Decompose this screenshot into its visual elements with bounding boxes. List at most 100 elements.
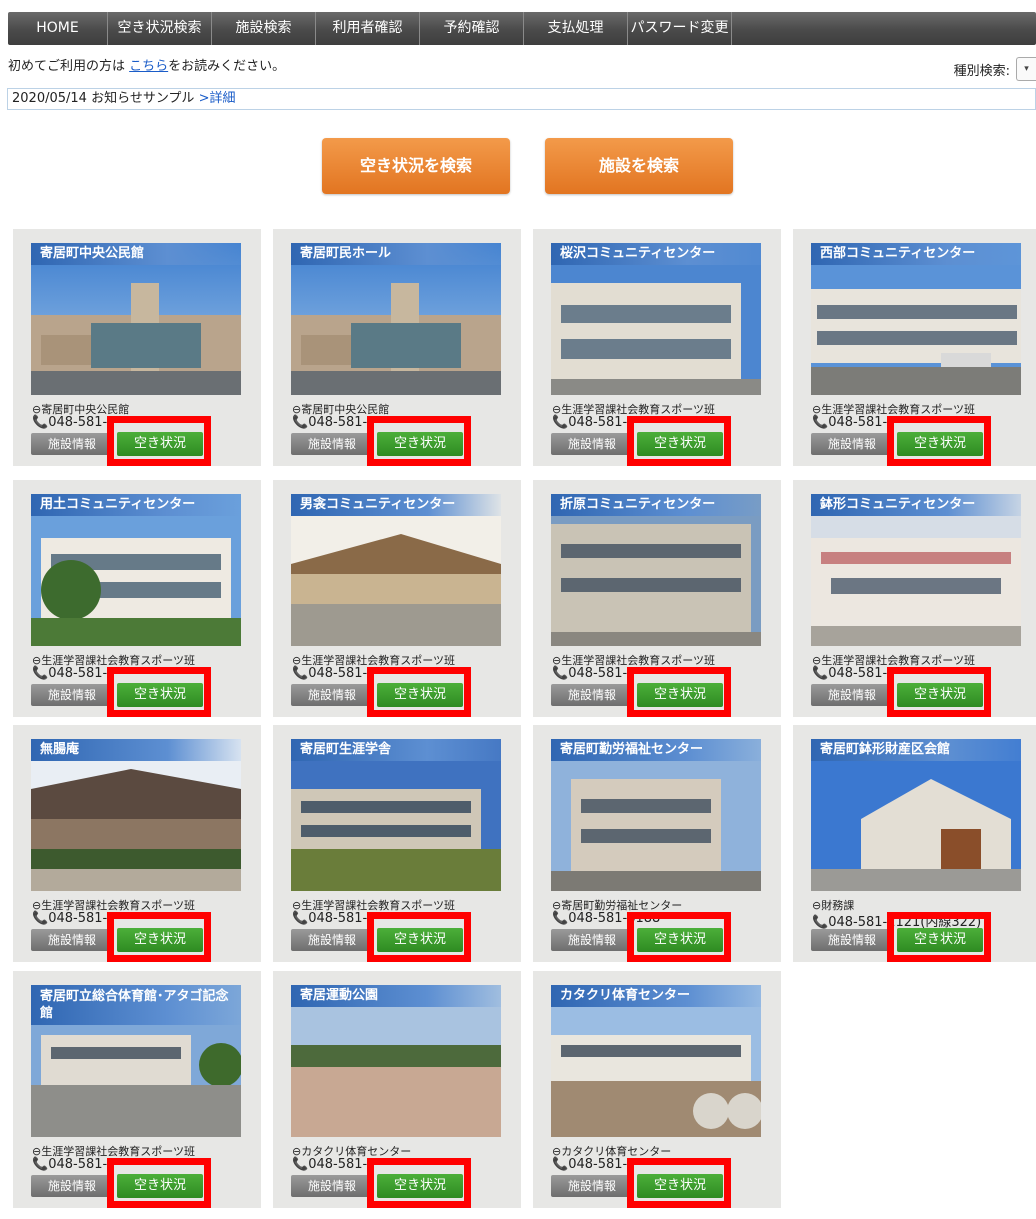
facility-info-button[interactable]: 施設情報: [811, 433, 893, 455]
facility-photo: 用土コミュニティセンター: [31, 494, 241, 646]
facility-photo: 寄居運動公園: [291, 985, 501, 1137]
availability-button[interactable]: 空き状況: [637, 1174, 723, 1198]
chevron-down-icon: ▾: [1024, 64, 1029, 74]
facility-info-button[interactable]: 施設情報: [31, 1175, 113, 1197]
phone-icon: 📞: [552, 1157, 569, 1172]
facility-info-button[interactable]: 施設情報: [811, 929, 893, 951]
facility-name[interactable]: 用土コミュニティセンター: [31, 494, 241, 516]
nav-password-change[interactable]: パスワード変更: [628, 12, 732, 45]
facility-photo: 無腸庵: [31, 739, 241, 891]
facility-phone-text: 048-581-: [308, 415, 368, 430]
facility-phone: 📞048-581-: [32, 415, 107, 430]
notice-bar: 2020/05/14 お知らせサンプル >詳細: [7, 88, 1036, 110]
availability-button[interactable]: 空き状況: [637, 928, 723, 952]
nav-availability-search[interactable]: 空き状況検索: [108, 12, 212, 45]
nav-payment[interactable]: 支払処理: [524, 12, 628, 45]
facility-name[interactable]: 寄居町中央公民館: [31, 243, 241, 265]
facility-name[interactable]: 寄居運動公園: [291, 985, 501, 1007]
kind-search: 種別検索: ▾: [954, 57, 1036, 81]
nav-facility-search[interactable]: 施設検索: [212, 12, 316, 45]
notice-date: 2020/05/14: [12, 91, 87, 106]
availability-button[interactable]: 空き状況: [377, 1174, 463, 1198]
facility-photo: 折原コミュニティセンター: [551, 494, 761, 646]
facility-info-button[interactable]: 施設情報: [291, 1175, 373, 1197]
nav-home[interactable]: HOME: [8, 12, 108, 45]
availability-button[interactable]: 空き状況: [897, 928, 983, 952]
facility-phone-text: 048-581-6188: [568, 911, 661, 926]
facility-photo: 男衾コミュニティセンター: [291, 494, 501, 646]
facility-phone: 📞048-581-: [32, 911, 107, 926]
phone-icon: 📞: [812, 666, 829, 681]
facility-card: 折原コミュニティセンター ⊖生涯学習課社会教育スポーツ班 📞048-581- 施…: [533, 480, 781, 717]
notice-detail-link[interactable]: >詳細: [199, 91, 236, 106]
facility-photo: 西部コミュニティセンター: [811, 243, 1021, 395]
phone-icon: 📞: [552, 666, 569, 681]
facility-info-button[interactable]: 施設情報: [291, 433, 373, 455]
kind-search-label: 種別検索:: [953, 63, 1010, 79]
search-facility-button[interactable]: 施設を検索: [545, 138, 733, 194]
availability-button[interactable]: 空き状況: [117, 683, 203, 707]
facility-phone-text: 048-581-: [308, 911, 368, 926]
nav-reservation-check[interactable]: 予約確認: [420, 12, 524, 45]
facility-phone: 📞048-581-: [292, 911, 367, 926]
facility-info-button[interactable]: 施設情報: [811, 684, 893, 706]
availability-button[interactable]: 空き状況: [897, 432, 983, 456]
facility-name[interactable]: 男衾コミュニティセンター: [291, 494, 501, 516]
facility-phone-text: 048-581-: [828, 666, 888, 681]
facility-info-button[interactable]: 施設情報: [551, 684, 633, 706]
facility-name[interactable]: 寄居町立総合体育館･アタゴ記念館: [31, 985, 241, 1025]
nav-user-check[interactable]: 利用者確認: [316, 12, 420, 45]
facility-card: 寄居町鉢形財産区会館 ⊖財務課 📞048-581-2121(内線322) 施設情…: [793, 725, 1036, 962]
phone-icon: 📞: [552, 911, 569, 926]
availability-button[interactable]: 空き状況: [377, 928, 463, 952]
facility-photo: 寄居町立総合体育館･アタゴ記念館: [31, 985, 241, 1137]
facility-photo: 寄居町勤労福祉センター: [551, 739, 761, 891]
availability-button[interactable]: 空き状況: [897, 683, 983, 707]
facility-name[interactable]: 折原コミュニティセンター: [551, 494, 761, 516]
facility-phone-text: 048-581-: [48, 911, 108, 926]
facility-name[interactable]: 西部コミュニティセンター: [811, 243, 1021, 265]
facility-photo: 寄居町生涯学舎: [291, 739, 501, 891]
facility-info-button[interactable]: 施設情報: [291, 929, 373, 951]
facility-phone-text: 048-581-: [568, 1157, 628, 1172]
facility-name[interactable]: 鉢形コミュニティセンター: [811, 494, 1021, 516]
availability-button[interactable]: 空き状況: [637, 432, 723, 456]
facility-name[interactable]: 無腸庵: [31, 739, 241, 761]
facility-phone-text: 048-581-: [308, 666, 368, 681]
intro-before: 初めてご利用の方は: [8, 59, 130, 74]
kind-select[interactable]: ▾: [1016, 57, 1036, 81]
facility-phone-text: 048-581-: [568, 415, 628, 430]
facility-info-button[interactable]: 施設情報: [551, 929, 633, 951]
facility-photo: 寄居町中央公民館: [31, 243, 241, 395]
search-availability-button[interactable]: 空き状況を検索: [322, 138, 510, 194]
facility-info-button[interactable]: 施設情報: [291, 684, 373, 706]
availability-button[interactable]: 空き状況: [117, 432, 203, 456]
facility-name[interactable]: 寄居町勤労福祉センター: [551, 739, 761, 761]
facility-photo: カタクリ体育センター: [551, 985, 761, 1137]
facility-info-button[interactable]: 施設情報: [31, 929, 113, 951]
facility-name[interactable]: 寄居町生涯学舎: [291, 739, 501, 761]
facility-card: カタクリ体育センター ⊖カタクリ体育センター 📞048-581- 施設情報 空き…: [533, 971, 781, 1208]
availability-button[interactable]: 空き状況: [377, 432, 463, 456]
facility-name[interactable]: 桜沢コミュニティセンター: [551, 243, 761, 265]
availability-button[interactable]: 空き状況: [117, 1174, 203, 1198]
availability-button[interactable]: 空き状況: [377, 683, 463, 707]
facility-name[interactable]: カタクリ体育センター: [551, 985, 761, 1007]
facility-phone: 📞048-581-: [292, 666, 367, 681]
availability-button[interactable]: 空き状況: [637, 683, 723, 707]
facility-info-button[interactable]: 施設情報: [31, 433, 113, 455]
intro-link[interactable]: こちら: [129, 59, 168, 74]
facility-name[interactable]: 寄居町鉢形財産区会館: [811, 739, 1021, 761]
phone-icon: 📞: [32, 1157, 49, 1172]
facility-card: 西部コミュニティセンター ⊖生涯学習課社会教育スポーツ班 📞048-581- 施…: [793, 229, 1036, 466]
facility-info-button[interactable]: 施設情報: [551, 433, 633, 455]
facility-phone-text: 048-581-: [48, 1157, 108, 1172]
facility-phone: 📞048-581-: [32, 666, 107, 681]
facility-phone: 📞048-581-: [552, 1157, 627, 1172]
availability-button[interactable]: 空き状況: [117, 928, 203, 952]
facility-name[interactable]: 寄居町民ホール: [291, 243, 501, 265]
facility-info-button[interactable]: 施設情報: [551, 1175, 633, 1197]
facility-phone: 📞048-581-: [292, 1157, 367, 1172]
facility-card: 寄居運動公園 ⊖カタクリ体育センター 📞048-581- 施設情報 空き状況: [273, 971, 521, 1208]
facility-info-button[interactable]: 施設情報: [31, 684, 113, 706]
